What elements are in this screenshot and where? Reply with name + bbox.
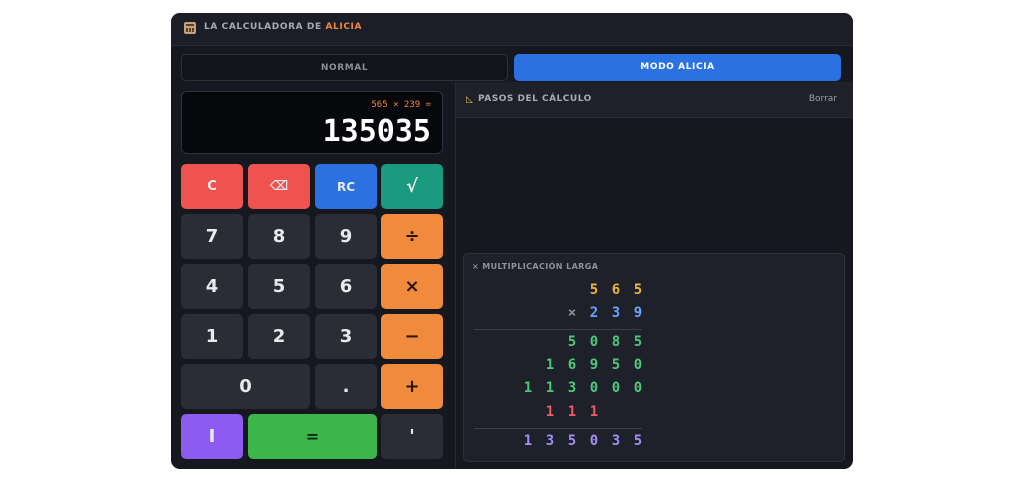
digit: 3 (611, 305, 621, 321)
separator-line (474, 428, 642, 429)
calculator-panel: 565 × 239 = 135035 C ⌫ RC √ 7 8 9 ÷ 4 5 … (171, 89, 455, 469)
long-multiplication-card: × MULTIPLICACIÓN LARGA 565 × 2 3 9 5085 169… (463, 253, 845, 462)
display-result: 135035 (322, 114, 431, 149)
digit-0-button[interactable]: 0 (181, 364, 310, 409)
digit: 9 (589, 357, 599, 373)
clear-steps-button[interactable]: Borrar (809, 94, 837, 104)
digit: 3 (567, 380, 577, 396)
digit: 2 (589, 305, 599, 321)
steps-title: PASOS DEL CÁLCULO (478, 94, 592, 104)
digit-7-button[interactable]: 7 (181, 214, 243, 259)
digit-5-button[interactable]: 5 (248, 264, 310, 309)
decimal-button[interactable]: . (315, 364, 377, 409)
digit: 6 (567, 357, 577, 373)
digit-3-button[interactable]: 3 (315, 314, 377, 359)
digit: 5 (567, 433, 577, 449)
display-expression: 565 × 239 = (371, 100, 431, 110)
backspace-button[interactable]: ⌫ (248, 164, 310, 209)
minus-button[interactable]: − (381, 314, 443, 359)
calculator-window: LA CALCULADORA DE ALICIA NORMAL MODO ALI… (171, 13, 853, 469)
digit: 5 (611, 357, 621, 373)
digit: 1 (545, 357, 555, 373)
multiply-operator: × (567, 305, 577, 321)
digit: 0 (589, 433, 599, 449)
digit-9-button[interactable]: 9 (315, 214, 377, 259)
long-multiplication-title: × MULTIPLICACIÓN LARGA (472, 262, 599, 271)
rc-button[interactable]: RC (315, 164, 377, 209)
partial-product-row: 16950 (464, 357, 844, 377)
equals-button[interactable]: = (248, 414, 377, 459)
digit: 5 (589, 282, 599, 298)
steps-panel: ◺ PASOS DEL CÁLCULO Borrar × MULTIPLICAC… (456, 82, 853, 469)
divide-button[interactable]: ÷ (381, 214, 443, 259)
app-title: LA CALCULADORA DE ALICIA (204, 22, 362, 32)
digit: 5 (567, 334, 577, 350)
digit: 5 (633, 334, 643, 350)
digit: 0 (633, 357, 643, 373)
ruler-icon: ◺ (466, 95, 473, 105)
digit: 6 (611, 282, 621, 298)
digit: 8 (611, 334, 621, 350)
result-row: 135035 (464, 433, 844, 453)
digit: 0 (589, 380, 599, 396)
steps-header: ◺ PASOS DEL CÁLCULO Borrar (456, 82, 853, 118)
digit-8-button[interactable]: 8 (248, 214, 310, 259)
carry-digit: 1 (567, 404, 577, 420)
carry-row: 111 (464, 404, 844, 424)
app-title-accent: ALICIA (325, 22, 363, 32)
digit: 0 (611, 380, 621, 396)
digit: 3 (545, 433, 555, 449)
carry-digit: 1 (545, 404, 555, 420)
digit: 3 (611, 433, 621, 449)
tab-modo-alicia[interactable]: MODO ALICIA (514, 54, 841, 81)
digit: 5 (633, 282, 643, 298)
digit: 0 (633, 380, 643, 396)
digit-4-button[interactable]: 4 (181, 264, 243, 309)
multiply-button[interactable]: × (381, 264, 443, 309)
calculator-display: 565 × 239 = 135035 (181, 91, 443, 154)
digit: 9 (633, 305, 643, 321)
app-title-prefix: LA CALCULADORA DE (204, 22, 326, 32)
multiplicand-row: 565 (464, 282, 844, 302)
abacus-icon (184, 22, 196, 34)
bar-button[interactable]: I (181, 414, 243, 459)
digit: 5 (633, 433, 643, 449)
separator-line (474, 329, 642, 330)
sqrt-button[interactable]: √ (381, 164, 443, 209)
digit-6-button[interactable]: 6 (315, 264, 377, 309)
partial-product-row: 113000 (464, 380, 844, 400)
digit: 1 (545, 380, 555, 396)
apostrophe-button[interactable]: ' (381, 414, 443, 459)
digit: 1 (523, 433, 533, 449)
clear-button[interactable]: C (181, 164, 243, 209)
digit: 1 (523, 380, 533, 396)
digit-1-button[interactable]: 1 (181, 314, 243, 359)
title-bar: LA CALCULADORA DE ALICIA (171, 13, 853, 46)
tab-normal[interactable]: NORMAL (181, 54, 508, 81)
multiplier-row: × 2 3 9 (464, 305, 844, 325)
carry-digit: 1 (589, 404, 599, 420)
digit: 0 (589, 334, 599, 350)
partial-product-row: 5085 (464, 334, 844, 354)
plus-button[interactable]: + (381, 364, 443, 409)
digit-2-button[interactable]: 2 (248, 314, 310, 359)
